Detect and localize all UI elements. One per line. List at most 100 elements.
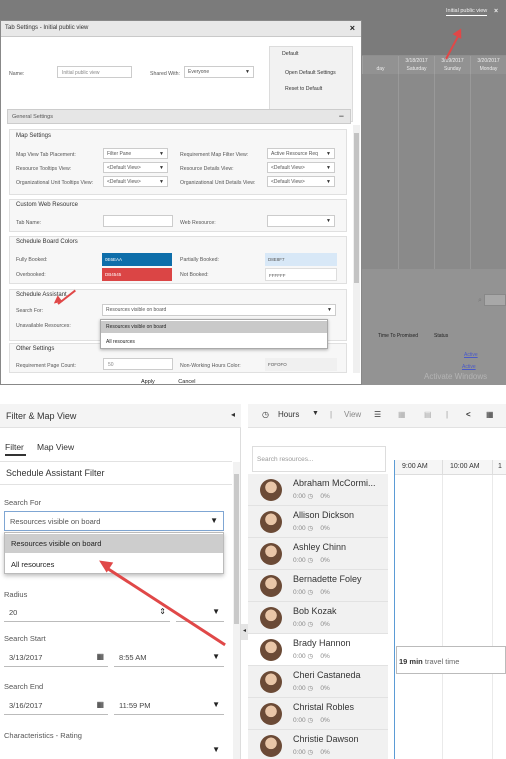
fully-booked-color-field[interactable]: 0E6EAA bbox=[102, 253, 172, 266]
general-settings-header[interactable]: General Settings − bbox=[7, 109, 351, 124]
map-settings-section: Map Settings Map View Tab Placement: Fil… bbox=[9, 129, 347, 195]
open-default-settings-button[interactable]: Open Default Settings bbox=[285, 70, 336, 76]
resource-name: Allison Dickson bbox=[293, 510, 355, 520]
board-toolbar: ◷ Hours ▼ | View ☰ ▦ ▤ | < ▦ bbox=[248, 404, 506, 428]
option-all-resources[interactable]: All resources bbox=[101, 336, 327, 348]
background-column-header: Time To Promised Status bbox=[362, 333, 506, 343]
resource-row[interactable]: Christal Robles 0:00 ◷ 0% bbox=[248, 698, 388, 730]
collapse-icon[interactable]: − bbox=[339, 111, 344, 121]
resource-row[interactable]: Abraham McCormi... 0:00 ◷ 0% bbox=[248, 474, 388, 506]
search-for-options-popup: Resources visible on board All resources bbox=[100, 319, 328, 349]
cancel-button[interactable]: Cancel bbox=[178, 379, 195, 385]
resource-row[interactable]: Bernadette Foley 0:00 ◷ 0% bbox=[248, 570, 388, 602]
calendar-icon[interactable]: ▦ bbox=[96, 700, 104, 709]
background-close-icon[interactable]: × bbox=[494, 8, 498, 15]
apply-button[interactable]: Apply bbox=[141, 379, 155, 385]
expand-collapse-tab[interactable]: ◂ bbox=[241, 624, 248, 640]
search-end-time-field[interactable]: 11:59 PM ▼ bbox=[114, 696, 224, 715]
avatar bbox=[260, 671, 282, 693]
previous-icon[interactable]: < bbox=[466, 410, 471, 419]
requirement-map-filter-dropdown[interactable]: Active Resource Req ▼ bbox=[267, 148, 335, 159]
time-slot-label: 10:00 AM bbox=[450, 463, 480, 470]
time-slot-label: 1 bbox=[498, 463, 502, 470]
stepper-icon[interactable]: ⇕ bbox=[159, 607, 166, 616]
web-resource-dropdown[interactable]: ▼ bbox=[267, 215, 335, 227]
resource-row[interactable]: Ashley Chinn 0:00 ◷ 0% bbox=[248, 538, 388, 570]
shared-with-dropdown[interactable]: Everyone ▼ bbox=[184, 66, 254, 78]
calendar-icon[interactable]: ▦ bbox=[486, 410, 494, 419]
search-for-dropdown[interactable]: Resources visible on board ▼ bbox=[4, 511, 224, 531]
grid-view-icon[interactable]: ▦ bbox=[398, 410, 406, 419]
close-icon[interactable]: × bbox=[350, 23, 355, 33]
field-label: Resource Details View: bbox=[180, 166, 234, 172]
option-resources-visible[interactable]: Resources visible on board bbox=[101, 321, 327, 333]
search-for-dropdown[interactable]: Resources visible on board ▼ bbox=[102, 304, 336, 316]
clock-icon: ◷ bbox=[262, 410, 269, 419]
resource-name: Bob Kozak bbox=[293, 606, 337, 616]
chevron-down-icon[interactable]: ▼ bbox=[312, 410, 319, 417]
calendar-icon[interactable]: ▦ bbox=[96, 652, 104, 661]
chevron-down-icon: ▼ bbox=[159, 151, 164, 157]
partially-booked-color-field[interactable]: D8E8F7 bbox=[265, 253, 337, 266]
map-view-tab-placement-dropdown[interactable]: Filter Pane ▼ bbox=[103, 148, 168, 159]
timeline-grid[interactable] bbox=[394, 475, 506, 759]
non-working-hours-color-field[interactable]: FOFOFO bbox=[265, 358, 337, 371]
chevron-down-icon: ▼ bbox=[326, 179, 331, 185]
search-for-options-popup: Resources visible on board All resources bbox=[4, 532, 224, 574]
org-unit-details-dropdown[interactable]: <Default View> ▼ bbox=[267, 176, 335, 187]
resource-row[interactable]: Cheri Castaneda 0:00 ◷ 0% bbox=[248, 666, 388, 698]
avatar bbox=[260, 703, 282, 725]
grid-line bbox=[470, 74, 471, 269]
characteristics-rating-dropdown[interactable]: ▼ bbox=[4, 741, 224, 759]
characteristics-rating-label: Characteristics - Rating bbox=[4, 731, 82, 740]
default-title: Default bbox=[282, 51, 299, 57]
resource-utilization: 0:00 ◷ 0% bbox=[293, 525, 330, 532]
collapse-left-icon[interactable]: ◂ bbox=[231, 410, 235, 419]
radius-field[interactable]: 20 ⇕ bbox=[4, 603, 170, 622]
list-view-icon[interactable]: ☰ bbox=[374, 410, 381, 419]
tab-name-field[interactable] bbox=[103, 215, 173, 227]
tab-filter[interactable]: Filter bbox=[5, 442, 24, 452]
schedule-board-colors-section: Schedule Board Colors Fully Booked: 0E6E… bbox=[9, 236, 347, 284]
search-start-time-field[interactable]: 8:55 AM ▼ bbox=[114, 648, 224, 667]
resource-row[interactable]: Bob Kozak 0:00 ◷ 0% bbox=[248, 602, 388, 634]
filter-panel-header: Filter & Map View ◂ bbox=[0, 404, 241, 428]
requirement-page-count-field[interactable]: 50 bbox=[103, 358, 173, 370]
avatar bbox=[260, 575, 282, 597]
resource-row[interactable]: Allison Dickson 0:00 ◷ 0% bbox=[248, 506, 388, 538]
overbooked-color-field[interactable]: DB4545 bbox=[102, 268, 172, 281]
schedule-board-panel: ◷ Hours ▼ | View ☰ ▦ ▤ | < ▦ Search reso… bbox=[248, 404, 506, 759]
table-view-icon[interactable]: ▤ bbox=[424, 410, 432, 419]
resource-tooltips-dropdown[interactable]: <Default View> ▼ bbox=[103, 162, 168, 173]
not-booked-color-field[interactable]: FFFFFF bbox=[265, 268, 337, 281]
toolbar-divider: | bbox=[446, 410, 449, 419]
tab-name-label: Tab Name: bbox=[16, 220, 42, 226]
unavailable-resources-label: Unavailable Resources: bbox=[16, 323, 71, 329]
option-resources-visible[interactable]: Resources visible on board bbox=[5, 534, 223, 553]
filter-map-panel: Filter & Map View ◂ Filter Map View Sche… bbox=[0, 404, 241, 759]
name-field[interactable]: Initial public view bbox=[57, 66, 132, 78]
resource-details-dropdown[interactable]: <Default View> ▼ bbox=[267, 162, 335, 173]
column-time-to-promised: Time To Promised bbox=[378, 333, 419, 339]
resource-search-input[interactable]: Search resources... bbox=[252, 446, 386, 472]
reset-to-default-button[interactable]: Reset to Default bbox=[285, 86, 322, 92]
filter-panel-title: Filter & Map View bbox=[6, 411, 77, 421]
resource-row[interactable]: Christie Dawson 0:00 ◷ 0% bbox=[248, 730, 388, 759]
dialog-scrollbar-thumb[interactable] bbox=[354, 133, 359, 283]
org-unit-tooltips-dropdown[interactable]: <Default View> ▼ bbox=[103, 176, 168, 187]
travel-time-block[interactable]: 19 min travel time bbox=[396, 646, 506, 674]
search-start-date-field[interactable]: 3/13/2017 ▦ bbox=[4, 648, 108, 667]
avatar bbox=[260, 543, 282, 565]
search-end-label: Search End bbox=[4, 682, 44, 691]
schedule-assistant-filter-title: Schedule Assistant Filter bbox=[6, 468, 105, 478]
tab-initial-public-view[interactable]: Initial public view bbox=[446, 8, 488, 16]
status-link[interactable]: Active bbox=[462, 364, 476, 370]
filter-scrollbar-thumb[interactable] bbox=[234, 474, 239, 624]
tab-map-view[interactable]: Map View bbox=[37, 442, 74, 452]
hours-dropdown[interactable]: Hours bbox=[278, 410, 299, 419]
grid-line bbox=[442, 475, 443, 759]
status-link[interactable]: Active bbox=[464, 352, 478, 358]
search-end-date-field[interactable]: 3/16/2017 ▦ bbox=[4, 696, 108, 715]
background-search-box[interactable] bbox=[484, 294, 506, 306]
resource-row[interactable]: Brady Hannon 0:00 ◷ 0% bbox=[248, 634, 388, 666]
